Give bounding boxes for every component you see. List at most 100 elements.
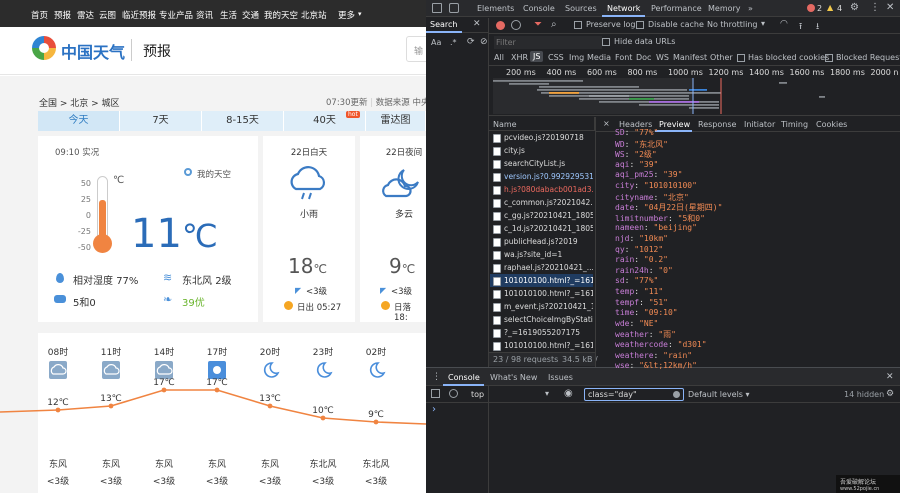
throttling-select[interactable]: No throttling [707,20,758,29]
type-other[interactable]: Other [710,53,733,62]
tab-initiator[interactable]: Initiator [744,120,775,129]
clear-filter-icon[interactable] [673,391,680,398]
clear-search-icon[interactable]: ⊘ [480,37,488,47]
gear-icon[interactable]: ⚙ [850,2,859,13]
type-media[interactable]: Media [587,53,611,62]
filter-input[interactable]: Filter [494,36,602,49]
logo-icon[interactable] [32,36,56,60]
request-row[interactable]: 101010100.html?_=161... [490,339,593,352]
tab-7day[interactable]: 7天 [120,111,202,131]
type-ws[interactable]: WS [656,53,669,62]
nav-my-sky[interactable]: 我的天空 [264,9,298,21]
request-row[interactable]: searchCityList.js [490,157,593,170]
nav-news[interactable]: 资讯 [196,9,213,21]
request-row[interactable]: version.js?0.992929531... [490,170,593,183]
request-row[interactable]: 101010100.html?_=161... [490,274,593,287]
tab-timing[interactable]: Timing [781,120,808,129]
context-select[interactable]: top [471,390,484,399]
nav-radar[interactable]: 雷达 [77,9,94,21]
drawer-tab-whats-new[interactable]: What's New [490,373,537,382]
eye-icon[interactable]: ◉ [564,388,573,399]
tab-sources[interactable]: Sources [565,4,597,13]
type-font[interactable]: Font [615,53,632,62]
record-icon[interactable] [496,21,505,30]
online-icon[interactable]: ◠ [780,19,788,29]
air-quality[interactable]: 39优 [182,294,205,309]
tab-performance[interactable]: Performance [651,4,702,13]
type-all[interactable]: All [494,53,504,62]
tab-8-15day[interactable]: 8-15天 [202,111,284,131]
request-row[interactable]: c_1d.js?20210421_1805... [490,222,593,235]
request-row[interactable]: raphael.js?20210421_... [490,261,593,274]
request-row[interactable]: c_common.js?2021042... [490,196,593,209]
blocked-cookies-checkbox[interactable] [737,54,745,62]
hide-data-urls-checkbox[interactable] [602,38,610,46]
search-tab[interactable]: Search [430,20,457,29]
preserve-log-checkbox[interactable] [574,21,582,29]
nav-forecast[interactable]: 预报 [54,9,71,21]
request-row[interactable]: selectChoiceImgByStati... [490,313,593,326]
regex-button[interactable]: .* [450,38,457,47]
close-icon[interactable]: ✕ [473,19,481,29]
type-manifest[interactable]: Manifest [673,53,707,62]
blocked-requests-checkbox[interactable] [825,54,833,62]
search-icon[interactable]: ⌕ [551,19,557,30]
type-img[interactable]: Img [569,53,584,62]
tab-network[interactable]: Network [607,4,640,13]
clear-icon[interactable] [511,20,521,30]
nav-life[interactable]: 生活 [220,9,237,21]
nav-nowcast[interactable]: 临近预报 [122,9,156,21]
drawer-menu-icon[interactable]: ⋮ [432,372,441,382]
tab-preview[interactable]: Preview [659,120,690,129]
request-row[interactable]: ?_=1619055207175 [490,326,593,339]
tab-radar[interactable]: 雷达图 [366,111,426,131]
gear-icon[interactable]: ⚙ [886,389,894,399]
drawer-tab-console[interactable]: Console [448,373,480,382]
inspect-icon[interactable] [432,3,442,13]
disable-cache-checkbox[interactable] [636,21,644,29]
tab-console[interactable]: Console [523,4,555,13]
tab-memory[interactable]: Memory [708,4,741,13]
tab-today[interactable]: 今天 [38,111,120,131]
warning-count[interactable]: 4 [837,4,842,13]
error-count[interactable]: 2 [817,4,822,13]
nav-beijing[interactable]: 北京站 [301,9,327,21]
kebab-menu-icon[interactable]: ⋮ [870,2,880,13]
my-sky-link[interactable]: 我的天空 [197,168,231,180]
nav-traffic[interactable]: 交通 [242,9,259,21]
tab-response[interactable]: Response [698,120,736,129]
device-toolbar-icon[interactable] [449,3,459,13]
console-filter-input[interactable]: class="day" [584,388,684,401]
request-row[interactable]: pcvideo.js?20190718 [490,131,593,144]
tab-cookies[interactable]: Cookies [816,120,847,129]
match-case-button[interactable]: Aa [431,38,441,47]
tab-elements[interactable]: Elements [477,4,514,13]
nav-cloud[interactable]: 云图 [99,9,116,21]
sidebar-toggle-icon[interactable] [431,389,440,398]
close-icon[interactable]: ✕ [886,372,894,382]
log-levels-select[interactable]: Default levels ▾ [688,390,750,399]
refresh-icon[interactable]: ⟳ [467,37,475,47]
drawer-tab-issues[interactable]: Issues [548,373,573,382]
download-icon[interactable]: ⭳ [816,19,819,35]
type-xhr[interactable]: XHR [511,53,528,62]
search-input[interactable]: 输 [406,36,426,62]
request-row[interactable]: m_event.js?20210421_1... [490,300,593,313]
type-js[interactable]: JS [530,51,544,62]
console-prompt[interactable]: › [432,404,436,415]
nav-products[interactable]: 专业产品 [159,9,193,21]
more-tabs-icon[interactable]: » [748,4,753,13]
request-row[interactable]: 101010100.html?_=161... [490,287,593,300]
filter-icon[interactable]: ⏷ [534,19,542,30]
request-row[interactable]: c_gg.js?20210421_1805... [490,209,593,222]
request-row[interactable]: publicHead.js?2019 [490,235,593,248]
close-icon[interactable]: ✕ [886,2,894,13]
nav-home[interactable]: 首页 [31,9,48,21]
type-css[interactable]: CSS [548,53,564,62]
request-row[interactable]: city.js [490,144,593,157]
type-doc[interactable]: Doc [636,53,651,62]
request-row[interactable]: wa.js?site_id=1 [490,248,593,261]
upload-icon[interactable]: ⭱ [799,19,802,35]
clear-console-icon[interactable] [449,389,458,398]
nav-more[interactable]: 更多 [338,9,355,21]
